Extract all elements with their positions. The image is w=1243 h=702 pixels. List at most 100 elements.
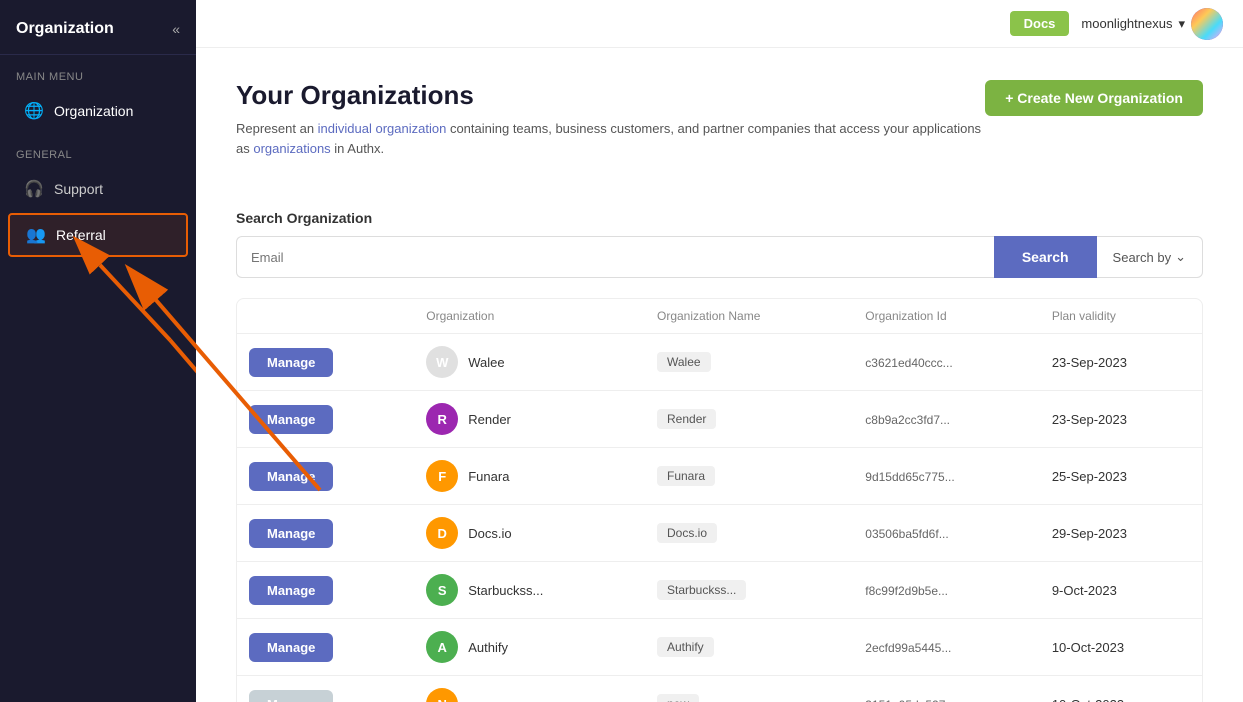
org-cell: RRender (414, 391, 645, 448)
org-id-cell: 9d15dd65c775... (853, 448, 1040, 505)
org-id-cell: 03506ba5fd6f... (853, 505, 1040, 562)
sidebar-item-label: Support (54, 181, 103, 197)
search-label: Search Organization (236, 210, 1203, 226)
org-id: 3151e05da527... (865, 698, 955, 702)
manage-button[interactable]: Manage (249, 519, 333, 548)
create-organization-button[interactable]: + Create New Organization (985, 80, 1203, 116)
org-id-cell: f8c99f2d9b5e... (853, 562, 1040, 619)
page-title: Your Organizations (236, 80, 985, 111)
plan-validity-cell: 23-Sep-2023 (1040, 391, 1202, 448)
search-button[interactable]: Search (994, 236, 1097, 278)
org-cell: SStarbuckss... (414, 562, 645, 619)
org-id: f8c99f2d9b5e... (865, 584, 948, 598)
table-row: Manage FFunara Funara 9d15dd65c775... 25-Sep… (237, 448, 1202, 505)
table-row: ManageNnewnew3151e05da527...10-Oct-2023 (237, 676, 1202, 702)
main-content: Docs moonlightnexus ▾ Your Organizations… (196, 0, 1243, 702)
table-row: ManageSStarbuckss...Starbuckss...f8c99f2… (237, 562, 1202, 619)
plan-validity-date: 23-Sep-2023 (1052, 412, 1127, 427)
sidebar: Organization « Main menu 🌐 Organization … (0, 0, 196, 702)
manage-cell: Manage (237, 505, 414, 562)
plan-validity-cell: 10-Oct-2023 (1040, 619, 1202, 676)
sidebar-collapse-button[interactable]: « (172, 21, 180, 37)
org-name-badge: Funara (657, 466, 715, 486)
manage-cell: Manage (237, 391, 414, 448)
docs-button[interactable]: Docs (1010, 11, 1070, 36)
org-name-badge-cell: Docs.io (645, 505, 853, 562)
org-name-badge-cell: Authify (645, 619, 853, 676)
sidebar-item-organization[interactable]: 🌐 Organization (8, 91, 188, 131)
org-id-cell: 3151e05da527... (853, 676, 1040, 702)
manage-cell: Manage (237, 619, 414, 676)
chevron-down-icon: ▾ (1178, 16, 1185, 32)
org-cell: Nnew (414, 676, 645, 702)
org-name: Walee (468, 355, 504, 370)
individual-org-link[interactable]: individual organization (318, 121, 447, 136)
page-header-row: Your Organizations Represent an individu… (236, 80, 1203, 186)
manage-button[interactable]: Manage (249, 462, 333, 491)
manage-button[interactable]: Manage (249, 633, 333, 662)
manage-cell: Manage (237, 676, 414, 702)
org-id-cell: c8b9a2cc3fd7... (853, 391, 1040, 448)
referral-icon: 👥 (26, 225, 46, 245)
org-id: 2ecfd99a5445... (865, 641, 951, 655)
org-id: 03506ba5fd6f... (865, 527, 948, 541)
manage-button[interactable]: Manage (249, 405, 333, 434)
avatar (1191, 8, 1223, 40)
topnav: Docs moonlightnexus ▾ (196, 0, 1243, 48)
manage-button[interactable]: Manage (249, 348, 333, 377)
manage-cell: Manage (237, 448, 414, 505)
manage-button: Manage (249, 690, 333, 702)
org-id: c8b9a2cc3fd7... (865, 413, 950, 427)
table-header-row: Organization Organization Name Organizat… (237, 299, 1202, 334)
org-cell: DDocs.io (414, 505, 645, 562)
plan-validity-cell: 9-Oct-2023 (1040, 562, 1202, 619)
plan-validity-cell: 25-Sep-2023 (1040, 448, 1202, 505)
org-name-badge: Docs.io (657, 523, 717, 543)
org-name-badge: Render (657, 409, 716, 429)
page-header-text: Your Organizations Represent an individu… (236, 80, 985, 186)
col-organization: Organization (414, 299, 645, 334)
sidebar-title: Organization (16, 20, 114, 38)
sidebar-item-label: Organization (54, 103, 133, 119)
plan-validity-date: 10-Oct-2023 (1052, 640, 1124, 655)
search-row: Search Search by ⌄ (236, 236, 1203, 278)
general-label: General (0, 133, 196, 167)
organization-icon: 🌐 (24, 101, 44, 121)
main-menu-label: Main menu (0, 55, 196, 89)
col-org-name: Organization Name (645, 299, 853, 334)
table-row: Manage DDocs.io Docs.io 03506ba5fd6f... 29-S… (237, 505, 1202, 562)
org-cell: WWalee (414, 334, 645, 391)
page-description: Represent an individual organization con… (236, 119, 985, 158)
org-name-badge: Walee (657, 352, 711, 372)
sidebar-item-support[interactable]: 🎧 Support (8, 169, 188, 209)
org-cell: AAuthify (414, 619, 645, 676)
plan-validity-date: 9-Oct-2023 (1052, 583, 1117, 598)
manage-button[interactable]: Manage (249, 576, 333, 605)
plan-validity-date: 29-Sep-2023 (1052, 526, 1127, 541)
table-row: ManageWWaleeWaleec3621ed40ccc...23-Sep-2… (237, 334, 1202, 391)
plan-validity-date: 25-Sep-2023 (1052, 469, 1127, 484)
organizations-link[interactable]: organizations (253, 141, 330, 156)
plan-validity-date: 10-Oct-2023 (1052, 697, 1124, 702)
sidebar-item-referral[interactable]: 👥 Referral (8, 213, 188, 257)
search-by-label: Search by (1113, 250, 1172, 265)
org-name-badge: Authify (657, 637, 714, 657)
user-menu[interactable]: moonlightnexus ▾ (1081, 8, 1223, 40)
org-name-badge-cell: Render (645, 391, 853, 448)
org-id-cell: 2ecfd99a5445... (853, 619, 1040, 676)
username: moonlightnexus (1081, 16, 1172, 31)
search-by-button[interactable]: Search by ⌄ (1097, 236, 1203, 278)
org-id: c3621ed40ccc... (865, 356, 952, 370)
org-name: Starbuckss... (468, 583, 543, 598)
sidebar-item-label: Referral (56, 227, 106, 243)
org-name: new (468, 697, 492, 702)
organizations-table: Organization Organization Name Organizat… (237, 299, 1202, 702)
manage-cell: Manage (237, 562, 414, 619)
org-name-badge: Starbuckss... (657, 580, 746, 600)
org-cell: FFunara (414, 448, 645, 505)
org-name-badge: new (657, 694, 699, 702)
support-icon: 🎧 (24, 179, 44, 199)
sidebar-header: Organization « (0, 0, 196, 55)
search-input[interactable] (236, 236, 994, 278)
org-id-cell: c3621ed40ccc... (853, 334, 1040, 391)
